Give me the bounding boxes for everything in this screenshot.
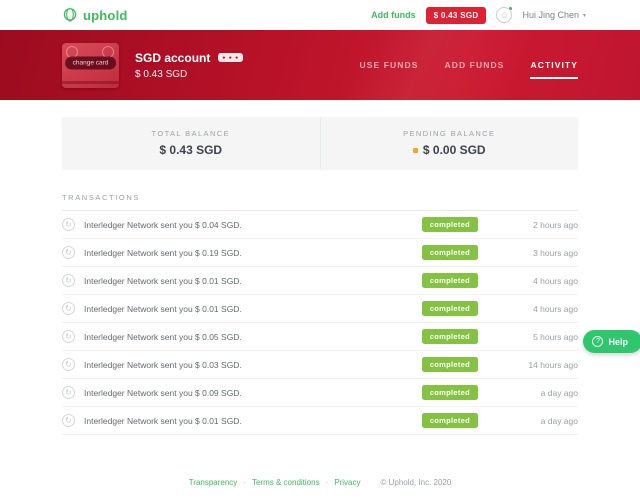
transaction-row[interactable]: ↻ Interledger Network sent you $ 0.01 SGD… xyxy=(62,295,578,323)
transactions-list: ↻ Interledger Network sent you $ 0.04 SGD… xyxy=(62,211,578,435)
pending-balance-cell: PENDING BALANCE $ 0.00 SGD xyxy=(321,117,579,169)
total-balance-cell: TOTAL BALANCE $ 0.43 SGD xyxy=(62,117,320,169)
add-funds-link[interactable]: Add funds xyxy=(371,10,416,20)
transaction-icon: ↻ xyxy=(62,358,75,371)
transaction-row[interactable]: ↻ Interledger Network sent you $ 0.04 SGD… xyxy=(62,211,578,239)
status-badge: completed xyxy=(421,413,478,428)
footer: Transparency · Terms & conditions · Privacy … xyxy=(0,478,640,487)
transaction-time: 5 hours ago xyxy=(533,331,578,342)
transaction-icon: ↻ xyxy=(62,386,75,399)
transaction-icon: ↻ xyxy=(62,218,75,231)
copyright-text: © Uphold, Inc. 2020 xyxy=(380,478,452,487)
account-title: SGD account xyxy=(135,50,211,65)
header-balance-badge[interactable]: $ 0.43 SGD xyxy=(425,6,487,24)
transaction-row[interactable]: ↻ Interledger Network sent you $ 0.01 SGD… xyxy=(62,407,578,435)
banner-tabs: USE FUNDS ADD FUNDS ACTIVITY xyxy=(359,60,578,79)
user-menu[interactable]: Hui Jing Chen ▾ xyxy=(522,10,586,20)
status-badge: completed xyxy=(421,329,478,344)
uphold-logo-text: uphold xyxy=(83,7,128,23)
pending-balance-label: PENDING BALANCE xyxy=(403,129,496,138)
transaction-row[interactable]: ↻ Interledger Network sent you $ 0.03 SGD… xyxy=(62,351,578,379)
transaction-icon: ↻ xyxy=(62,302,75,315)
change-card-button[interactable]: change card xyxy=(64,56,117,70)
transaction-description: Interledger Network sent you $ 0.05 SGD. xyxy=(84,331,242,342)
transaction-row[interactable]: ↻ Interledger Network sent you $ 0.19 SGD… xyxy=(62,239,578,267)
transaction-time: a day ago xyxy=(540,387,578,398)
status-badge: completed xyxy=(421,245,478,260)
transaction-icon: ↻ xyxy=(62,330,75,343)
tab-add-funds[interactable]: ADD FUNDS xyxy=(445,60,505,79)
top-header: uphold Add funds $ 0.43 SGD ☺ Hui Jing C… xyxy=(0,0,640,30)
card-thumbnail[interactable]: change card xyxy=(62,42,119,88)
tab-use-funds[interactable]: USE FUNDS xyxy=(359,60,418,79)
footer-link-separator: · xyxy=(325,478,329,487)
transaction-description: Interledger Network sent you $ 0.01 SGD. xyxy=(84,303,242,314)
transaction-description: Interledger Network sent you $ 0.01 SGD. xyxy=(84,415,242,426)
pending-balance-amount: $ 0.00 SGD xyxy=(422,143,486,157)
uphold-logo-icon xyxy=(62,7,78,23)
transaction-time: 4 hours ago xyxy=(533,303,578,314)
transaction-description: Interledger Network sent you $ 0.19 SGD. xyxy=(84,247,242,258)
status-badge: completed xyxy=(421,217,478,232)
transaction-icon: ↻ xyxy=(62,246,75,259)
chevron-down-icon: ▾ xyxy=(582,12,586,19)
transaction-row[interactable]: ↻ Interledger Network sent you $ 0.01 SGD… xyxy=(62,267,578,295)
footer-link-separator: · xyxy=(243,478,246,487)
transaction-time: a day ago xyxy=(540,415,578,426)
balance-panel: TOTAL BALANCE $ 0.43 SGD PENDING BALANCE… xyxy=(62,117,578,169)
total-balance-value: $ 0.43 SGD xyxy=(159,143,223,157)
transaction-time: 14 hours ago xyxy=(528,359,578,370)
pending-dot-icon xyxy=(412,147,418,153)
pending-balance-value: $ 0.00 SGD xyxy=(412,143,486,157)
transaction-time: 3 hours ago xyxy=(533,247,578,258)
transactions-header: TRANSACTIONS xyxy=(62,193,578,211)
transaction-description: Interledger Network sent you $ 0.01 SGD. xyxy=(84,275,242,286)
transaction-description: Interledger Network sent you $ 0.03 SGD. xyxy=(84,359,242,370)
uphold-logo[interactable]: uphold xyxy=(62,7,128,23)
tab-activity[interactable]: ACTIVITY xyxy=(530,60,578,79)
footer-link-privacy[interactable]: Privacy xyxy=(334,478,360,487)
transaction-time: 4 hours ago xyxy=(533,275,578,286)
help-button-label: Help xyxy=(608,336,628,347)
help-button[interactable]: ? Help xyxy=(583,330,640,353)
footer-link-transparency[interactable]: Transparency xyxy=(189,478,238,487)
footer-links: Transparency · Terms & conditions · Privacy xyxy=(189,478,361,487)
transaction-row[interactable]: ↻ Interledger Network sent you $ 0.09 SGD… xyxy=(62,379,578,407)
status-badge: completed xyxy=(421,301,478,316)
user-avatar[interactable]: ☺ xyxy=(496,6,514,23)
transaction-description: Interledger Network sent you $ 0.09 SGD. xyxy=(84,387,242,398)
transaction-icon: ↻ xyxy=(62,274,75,287)
user-name-label: Hui Jing Chen xyxy=(522,10,579,20)
transaction-description: Interledger Network sent you $ 0.04 SGD. xyxy=(84,219,242,230)
status-badge: completed xyxy=(421,357,478,372)
transactions-section: TRANSACTIONS ↻ Interledger Network sent y… xyxy=(62,193,578,435)
account-options-button[interactable]: ● ● ● xyxy=(218,53,244,62)
transaction-icon: ↻ xyxy=(62,414,75,427)
footer-link-terms-conditions[interactable]: Terms & conditions xyxy=(252,478,320,487)
account-banner: change card SGD account ● ● ● $ 0.43 SGD… xyxy=(0,30,640,100)
total-balance-label: TOTAL BALANCE xyxy=(151,129,230,138)
online-status-dot xyxy=(508,6,514,11)
account-balance: $ 0.43 SGD xyxy=(135,68,188,80)
status-badge: completed xyxy=(421,385,478,400)
status-badge: completed xyxy=(421,273,478,288)
card-decoration xyxy=(62,80,119,84)
transaction-time: 2 hours ago xyxy=(533,219,578,230)
question-mark-icon: ? xyxy=(592,336,604,347)
transaction-row[interactable]: ↻ Interledger Network sent you $ 0.05 SGD… xyxy=(62,323,578,351)
